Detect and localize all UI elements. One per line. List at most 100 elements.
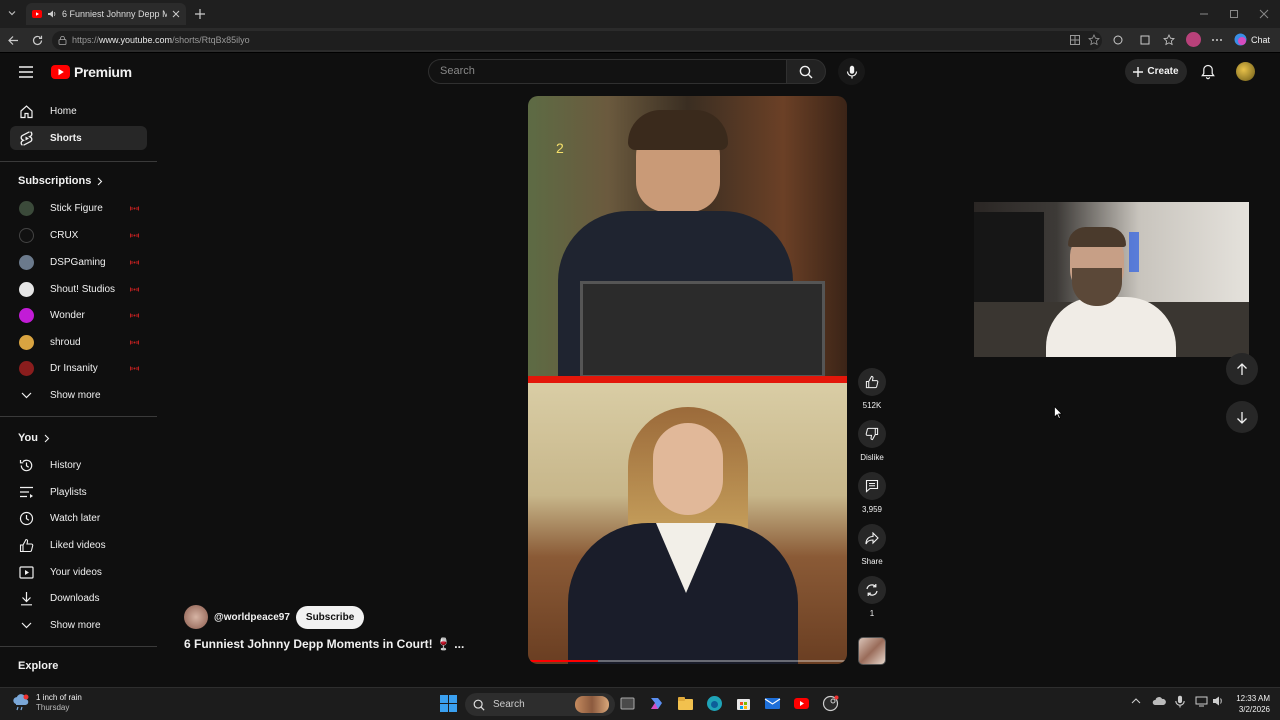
sidebar-item-label: History bbox=[50, 459, 82, 471]
dislike-action[interactable]: Dislike bbox=[856, 420, 888, 462]
favorite-star-icon[interactable] bbox=[1088, 34, 1100, 46]
copilot-chat-button[interactable]: Chat bbox=[1234, 33, 1270, 46]
chevron-down-icon bbox=[10, 392, 42, 399]
comments-button[interactable] bbox=[858, 472, 886, 500]
copilot-app-icon[interactable] bbox=[648, 695, 666, 713]
you-header[interactable]: You bbox=[18, 432, 50, 444]
shorts-video-player[interactable]: 2 bbox=[528, 96, 847, 664]
network-icon[interactable] bbox=[1195, 695, 1213, 713]
site-info-icon[interactable] bbox=[58, 36, 67, 45]
sidebar-item-label: DSPGaming bbox=[50, 256, 106, 268]
you-show-more[interactable]: Show more bbox=[10, 613, 147, 637]
tab-close-icon[interactable] bbox=[172, 10, 180, 18]
create-button[interactable]: Create bbox=[1125, 59, 1187, 84]
youtube-app-icon[interactable] bbox=[793, 695, 811, 713]
edge-browser-icon[interactable] bbox=[706, 695, 724, 713]
weather-widget[interactable]: 1 inch of rain Thursday bbox=[12, 693, 82, 713]
more-options-icon[interactable] bbox=[1211, 38, 1223, 42]
hamburger-menu-icon[interactable] bbox=[19, 66, 33, 78]
extensions-icon[interactable] bbox=[1112, 34, 1124, 46]
sidebar-item-your-videos[interactable]: Your videos bbox=[10, 560, 147, 584]
sidebar-item-shroud[interactable]: shroud bbox=[10, 330, 147, 354]
sidebar-item-shout-studios[interactable]: Shout! Studios bbox=[10, 277, 147, 301]
voice-search-button[interactable] bbox=[838, 58, 865, 85]
weather-sub-text: Thursday bbox=[36, 703, 70, 712]
sidebar-item-history[interactable]: History bbox=[10, 453, 147, 477]
sidebar-item-label: Home bbox=[50, 105, 77, 117]
search-input[interactable]: Search bbox=[428, 59, 786, 84]
subscribe-button[interactable]: Subscribe bbox=[295, 605, 365, 629]
tab-audio-icon[interactable] bbox=[47, 9, 57, 19]
comments-action[interactable]: 3,959 bbox=[856, 472, 888, 514]
hidden-icons-chevron-icon[interactable] bbox=[1130, 695, 1148, 713]
microphone-tray-icon[interactable] bbox=[1174, 695, 1192, 713]
subscriptions-show-more[interactable]: Show more bbox=[10, 383, 147, 407]
history-icon bbox=[10, 458, 42, 473]
url-field[interactable]: https://www.youtube.com/shorts/RtqBx85il… bbox=[52, 31, 1102, 50]
previous-short-button[interactable] bbox=[1226, 353, 1258, 385]
favorites-icon[interactable] bbox=[1163, 34, 1175, 46]
sound-thumbnail[interactable] bbox=[858, 637, 886, 665]
sidebar-item-stick-figure[interactable]: Stick Figure bbox=[10, 196, 147, 220]
channel-avatar[interactable] bbox=[184, 605, 208, 629]
new-tab-icon[interactable] bbox=[194, 8, 206, 20]
like-action[interactable]: 512K bbox=[856, 368, 888, 410]
sidebar-item-dspgaming[interactable]: DSPGaming bbox=[10, 250, 147, 274]
sidebar-item-label: Liked videos bbox=[50, 539, 106, 551]
reader-mode-icon[interactable] bbox=[1069, 34, 1081, 46]
remix-button[interactable] bbox=[858, 576, 886, 604]
sidebar-item-dr-insanity[interactable]: Dr Insanity bbox=[10, 356, 147, 380]
youtube-logo[interactable]: Premium bbox=[51, 64, 132, 80]
sidebar-item-liked-videos[interactable]: Liked videos bbox=[10, 533, 147, 557]
reload-icon[interactable] bbox=[31, 34, 44, 47]
sidebar-item-home[interactable]: Home bbox=[10, 99, 147, 123]
share-action[interactable]: Share bbox=[856, 524, 888, 566]
outlook-mail-icon[interactable] bbox=[764, 695, 782, 713]
remix-action[interactable]: 1 bbox=[856, 576, 888, 618]
minimize-icon[interactable] bbox=[1198, 8, 1210, 20]
profile-avatar[interactable] bbox=[1186, 32, 1201, 47]
system-clock[interactable]: 12:33 AM 3/2/2026 bbox=[1226, 693, 1270, 715]
maximize-icon[interactable] bbox=[1228, 8, 1240, 20]
tab-list-chevron-icon[interactable] bbox=[6, 7, 18, 19]
taskbar-search[interactable]: Search bbox=[465, 693, 615, 716]
chevron-right-icon bbox=[44, 434, 50, 443]
window-close-icon[interactable] bbox=[1258, 8, 1270, 20]
onedrive-icon[interactable] bbox=[1152, 695, 1170, 713]
comment-count: 3,959 bbox=[861, 505, 883, 514]
user-avatar[interactable] bbox=[1236, 62, 1255, 81]
sidebar-item-playlists[interactable]: Playlists bbox=[10, 480, 147, 504]
task-view-icon[interactable] bbox=[619, 695, 637, 713]
video-title[interactable]: 6 Funniest Johnny Depp Moments in Court!… bbox=[184, 637, 464, 651]
sidebar-item-crux[interactable]: CRUX bbox=[10, 223, 147, 247]
file-explorer-icon[interactable] bbox=[677, 695, 695, 713]
sidebar-item-downloads[interactable]: Downloads bbox=[10, 586, 147, 610]
clock-date: 3/2/2026 bbox=[1238, 705, 1270, 714]
video-frame-top: 2 bbox=[528, 96, 847, 381]
arrow-down-icon bbox=[1236, 411, 1248, 424]
channel-name[interactable]: @worldpeace97 bbox=[214, 612, 290, 623]
microsoft-store-icon[interactable] bbox=[735, 695, 753, 713]
search-button[interactable] bbox=[786, 59, 826, 84]
dislike-button[interactable] bbox=[858, 420, 886, 448]
share-button[interactable] bbox=[858, 524, 886, 552]
collections-icon[interactable] bbox=[1139, 34, 1151, 46]
subscriptions-header[interactable]: Subscriptions bbox=[18, 175, 103, 187]
sidebar-item-watch-later[interactable]: Watch later bbox=[10, 506, 147, 530]
windows-start-icon[interactable] bbox=[440, 695, 458, 713]
sidebar-item-label: CRUX bbox=[50, 229, 79, 241]
steam-app-icon[interactable] bbox=[822, 695, 840, 713]
notifications-bell-icon[interactable] bbox=[1201, 64, 1215, 80]
sidebar-item-wonder[interactable]: Wonder bbox=[10, 303, 147, 327]
video-progress-bar[interactable] bbox=[528, 660, 847, 662]
sidebar-item-shorts[interactable]: Shorts bbox=[10, 126, 147, 150]
chevron-down-icon bbox=[10, 622, 42, 629]
background-light bbox=[1129, 232, 1139, 272]
back-arrow-icon[interactable] bbox=[7, 34, 20, 47]
next-short-button[interactable] bbox=[1226, 401, 1258, 433]
browser-tab[interactable]: 6 Funniest Johnny Depp Mom bbox=[26, 3, 186, 25]
copilot-icon bbox=[1234, 33, 1247, 46]
you-title: You bbox=[18, 432, 38, 444]
sidebar-divider bbox=[0, 416, 157, 417]
like-button[interactable] bbox=[858, 368, 886, 396]
